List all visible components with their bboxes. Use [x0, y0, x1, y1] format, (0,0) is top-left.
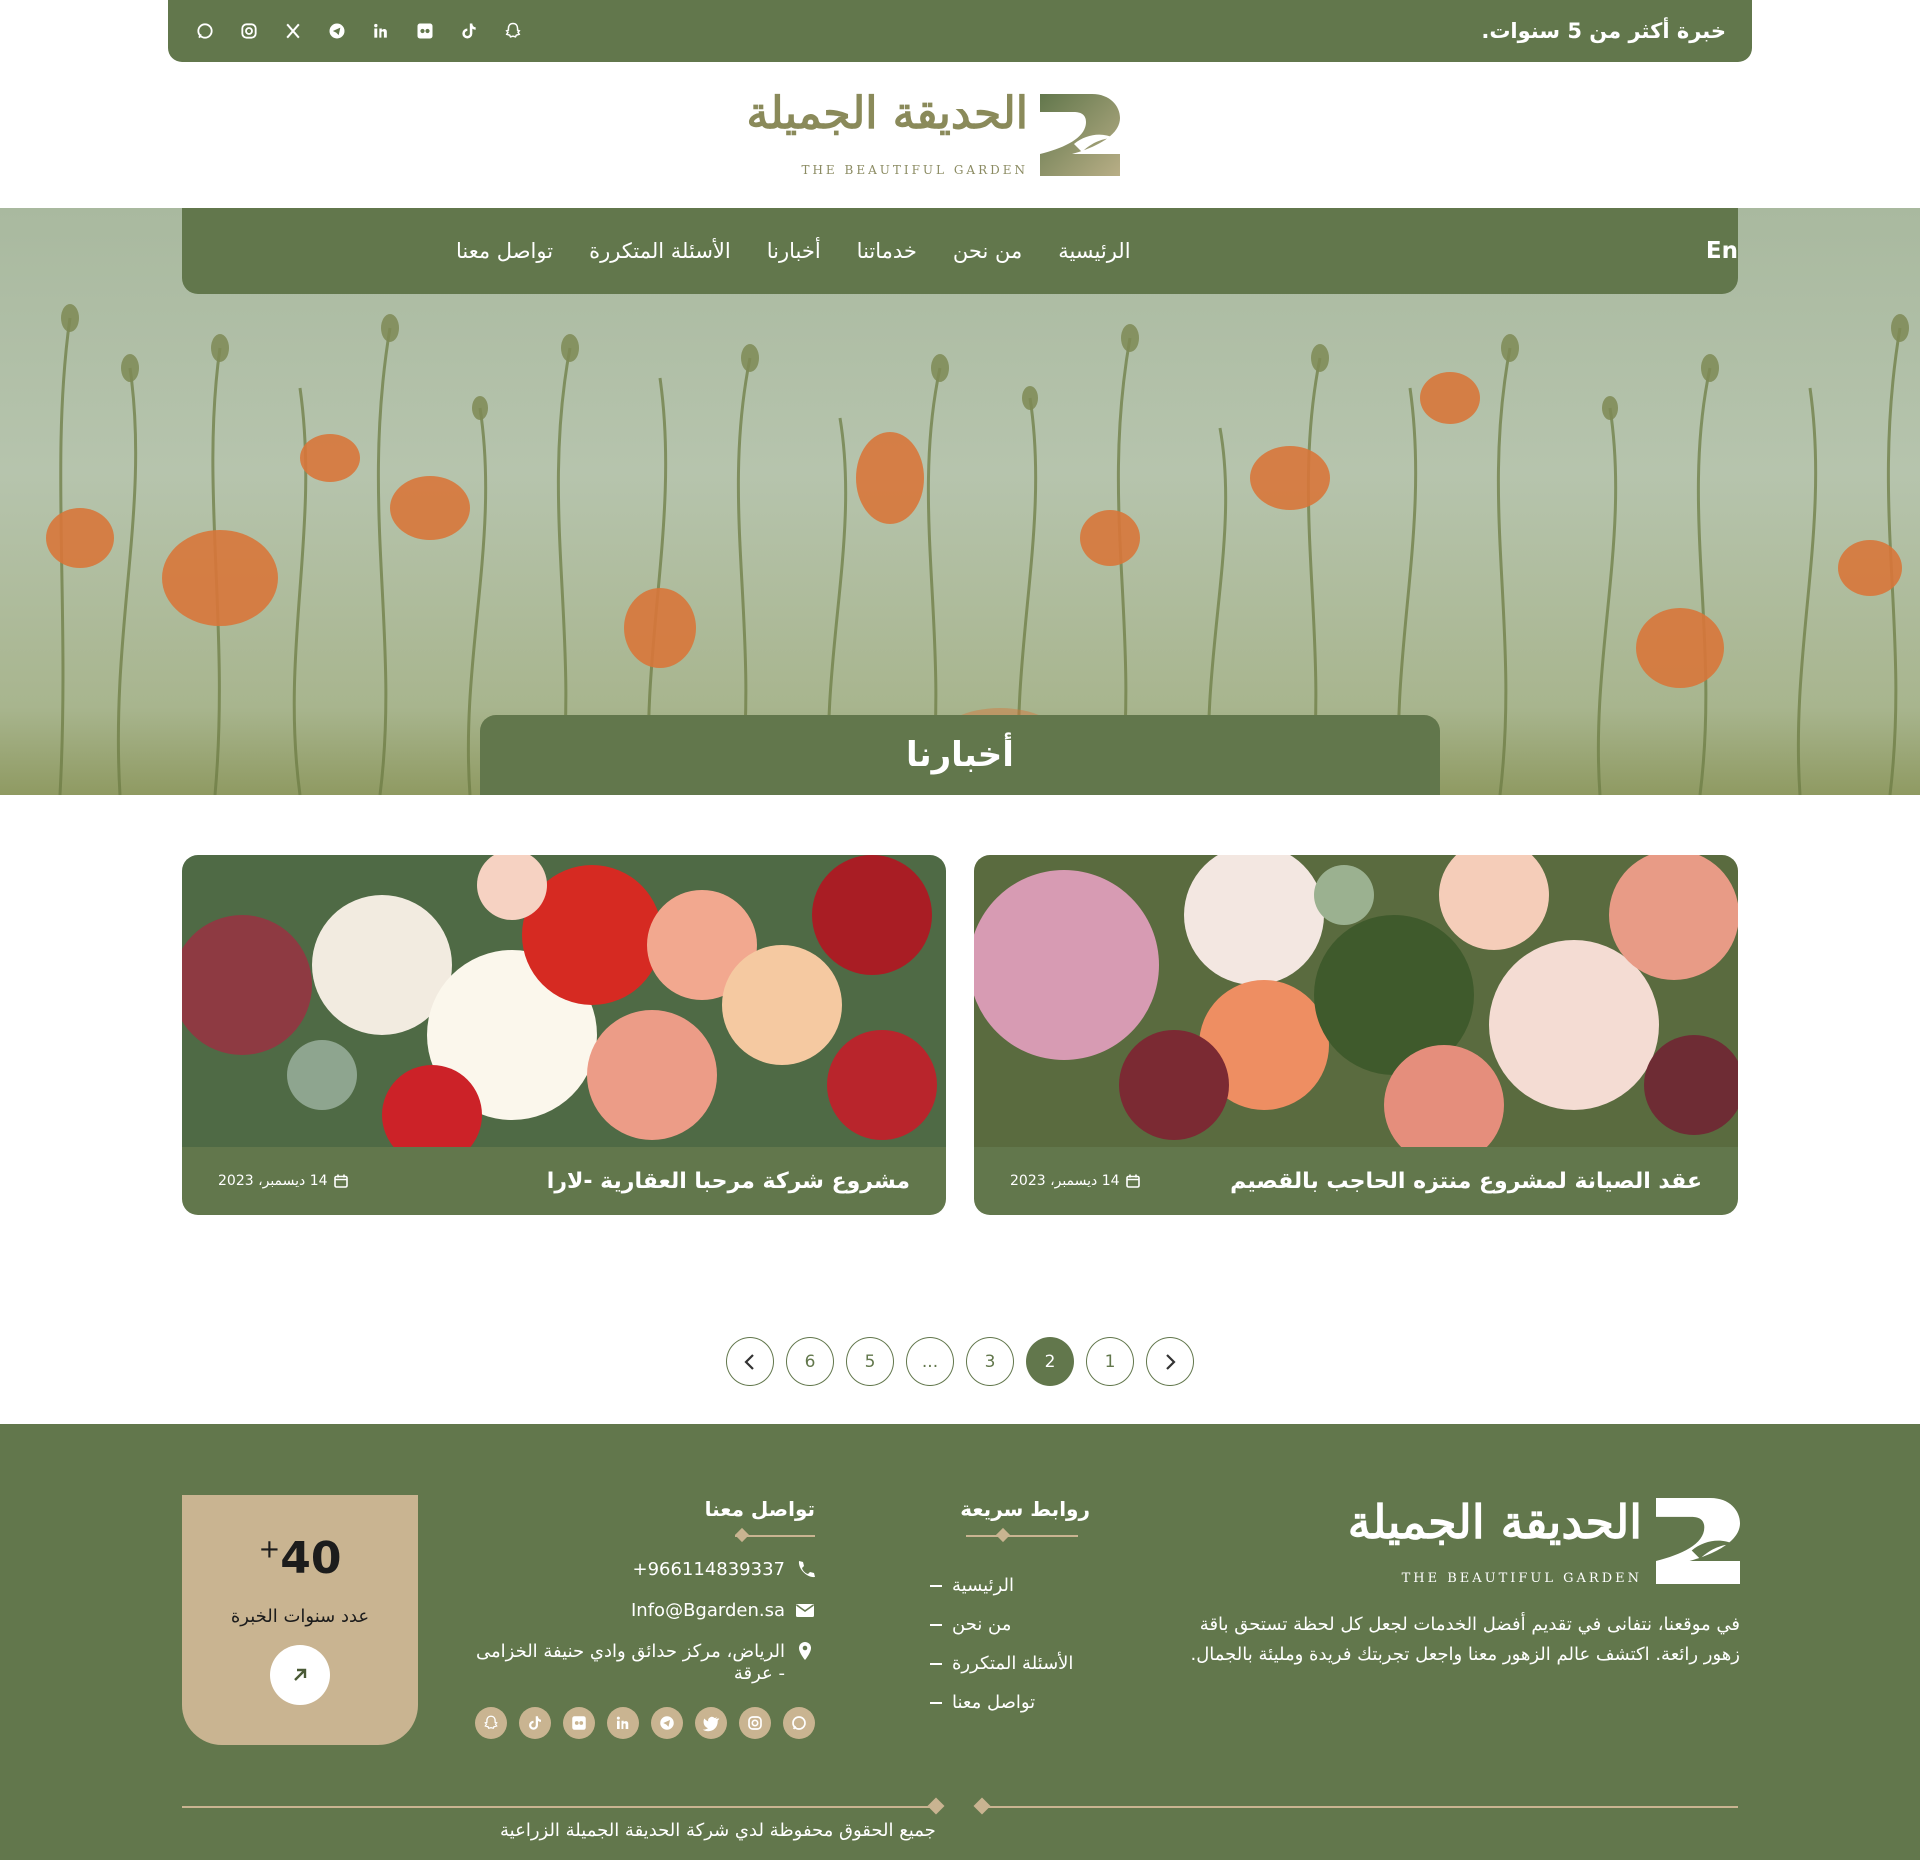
quick-links: روابط سريعة الرئيسية من نحن الأسئلة المت… [930, 1497, 1090, 1731]
footer-contact: تواصل معنا +966114839337 Info@Bgarden.sa… [470, 1497, 815, 1739]
instagram-icon[interactable] [238, 20, 260, 42]
arrow-up-right-icon [294, 1668, 307, 1681]
site-logo[interactable]: الحديقة الجميلة THE BEAUTIFUL GARDEN [747, 88, 1120, 183]
nav-item-home[interactable]: الرئيسية [1058, 239, 1130, 263]
news-card-footer: عقد الصيانة لمشروع منتزه الحاجب بالقصيم … [974, 1147, 1738, 1215]
experience-plus: + [258, 1534, 281, 1565]
footer-logo-english: THE BEAUTIFUL GARDEN [1401, 1571, 1642, 1586]
top-bar: خبرة أكثر من 5 سنوات. [168, 0, 1752, 62]
news-card-image [974, 855, 1738, 1147]
logo-arabic-text: الحديقة الجميلة [746, 88, 1029, 139]
experience-box: +40 عدد سنوات الخبرة [182, 1495, 418, 1745]
news-card-footer: مشروع شركة مرحبا العقارية -لارا 14 ديسمب… [182, 1147, 946, 1215]
tiktok-icon[interactable] [458, 20, 480, 42]
footer-logo-arabic: الحديقة الجميلة [1347, 1495, 1642, 1549]
news-card-date: 14 ديسمبر، 2023 [218, 1173, 348, 1189]
prev-page-button[interactable] [726, 1337, 774, 1386]
contact-phone[interactable]: +966114839337 [470, 1559, 815, 1580]
quick-link-contact[interactable]: تواصل معنا [930, 1692, 1090, 1713]
nav-item-about[interactable]: من نحن [953, 239, 1022, 263]
page-button[interactable]: 1 [1086, 1337, 1134, 1386]
poppy-field-image [46, 242, 1909, 795]
hero-banner [0, 208, 1920, 795]
news-card[interactable]: عقد الصيانة لمشروع منتزه الحاجب بالقصيم … [974, 855, 1738, 1215]
news-card-title[interactable]: مشروع شركة مرحبا العقارية -لارا [547, 1169, 910, 1194]
experience-number: +40 [182, 1533, 418, 1584]
snapchat-icon[interactable] [502, 20, 524, 42]
copyright-text: جميع الحقوق محفوظة لدي شركة الحديقة الجم… [500, 1820, 936, 1841]
footer-divider [182, 1797, 1738, 1815]
news-card-title[interactable]: عقد الصيانة لمشروع منتزه الحاجب بالقصيم [1230, 1169, 1702, 1194]
page-button[interactable]: 3 [966, 1337, 1014, 1386]
telegram-icon[interactable] [651, 1707, 683, 1739]
location-pin-icon [799, 1642, 811, 1660]
nav-item-contact[interactable]: تواصل معنا [456, 239, 553, 263]
nav-item-news[interactable]: أخبارنا [767, 239, 821, 263]
quick-link-about[interactable]: من نحن [930, 1614, 1090, 1635]
quick-link-label: من نحن [952, 1614, 1012, 1635]
instagram-icon[interactable] [739, 1707, 771, 1739]
main-nav: En الرئيسية من نحن خدماتنا أخبارنا الأسئ… [182, 208, 1738, 294]
linkedin-icon[interactable] [370, 20, 392, 42]
twitter-icon[interactable] [695, 1707, 727, 1739]
footer-description: في موقعنا، نتفانى في تقديم أفضل الخدمات … [1190, 1614, 1740, 1665]
flickr-icon[interactable] [414, 20, 436, 42]
quick-link-label: تواصل معنا [952, 1692, 1036, 1713]
news-card-date: 14 ديسمبر، 2023 [1010, 1173, 1140, 1189]
experience-arrow-button[interactable] [270, 1645, 330, 1705]
nav-item-services[interactable]: خدماتنا [857, 239, 917, 263]
chevron-right-icon [1166, 1353, 1176, 1370]
logo-mark-icon [1040, 94, 1120, 176]
logo-mark-icon [1656, 1497, 1740, 1585]
footer-social-links [470, 1707, 815, 1739]
experience-label: عدد سنوات الخبرة [230, 1606, 370, 1627]
experience-number-value: 40 [280, 1533, 342, 1584]
top-social-links [194, 20, 524, 42]
news-card-image [182, 855, 946, 1147]
experience-text: خبرة أكثر من 5 سنوات. [1481, 19, 1726, 43]
linkedin-icon[interactable] [607, 1707, 639, 1739]
quick-links-divider [966, 1535, 1078, 1537]
snapchat-icon[interactable] [475, 1707, 507, 1739]
telegram-icon[interactable] [326, 20, 348, 42]
contact-title: تواصل معنا [704, 1497, 815, 1521]
tiktok-icon[interactable] [519, 1707, 551, 1739]
nav-links: الرئيسية من نحن خدماتنا أخبارنا الأسئلة … [456, 239, 1409, 263]
contact-address-text: الرياض، مركز حدائق وادي حنيفة الخزامى - … [476, 1641, 785, 1684]
chevron-left-icon [744, 1353, 754, 1370]
news-card-date-text: 14 ديسمبر، 2023 [1010, 1173, 1120, 1189]
news-card[interactable]: مشروع شركة مرحبا العقارية -لارا 14 ديسمب… [182, 855, 946, 1215]
calendar-icon [333, 1174, 348, 1188]
quick-link-faq[interactable]: الأسئلة المتكررة [930, 1653, 1090, 1674]
quick-link-label: الأسئلة المتكررة [952, 1653, 1074, 1674]
contact-email[interactable]: Info@Bgarden.sa [470, 1600, 815, 1621]
contact-email-text: Info@Bgarden.sa [631, 1600, 785, 1621]
pagination: 1 2 3 ... 5 6 [726, 1337, 1194, 1387]
contact-divider [735, 1535, 815, 1537]
contact-address: الرياض، مركز حدائق وادي حنيفة الخزامى - … [470, 1641, 815, 1685]
quick-link-label: الرئيسية [952, 1575, 1014, 1596]
page-ellipsis: ... [906, 1337, 954, 1386]
page-title: أخبارنا [480, 715, 1440, 795]
footer-logo[interactable]: الحديقة الجميلة THE BEAUTIFUL GARDEN [1348, 1495, 1740, 1590]
quick-links-title: روابط سريعة [960, 1497, 1090, 1521]
flickr-icon[interactable] [563, 1707, 595, 1739]
whatsapp-icon[interactable] [783, 1707, 815, 1739]
next-page-button[interactable] [1146, 1337, 1194, 1386]
logo-english-text: THE BEAUTIFUL GARDEN [801, 163, 1028, 177]
mail-icon [796, 1604, 814, 1617]
phone-icon [798, 1561, 815, 1578]
whatsapp-icon[interactable] [194, 20, 216, 42]
page-button[interactable]: 5 [846, 1337, 894, 1386]
calendar-icon [1125, 1174, 1140, 1188]
contact-phone-text: +966114839337 [632, 1559, 785, 1580]
x-icon[interactable] [282, 20, 304, 42]
page-button-active[interactable]: 2 [1026, 1337, 1074, 1386]
language-switch[interactable]: En [1706, 238, 1738, 264]
nav-item-faq[interactable]: الأسئلة المتكررة [589, 239, 731, 263]
page-button[interactable]: 6 [786, 1337, 834, 1386]
news-card-date-text: 14 ديسمبر، 2023 [218, 1173, 328, 1189]
quick-link-home[interactable]: الرئيسية [930, 1575, 1090, 1596]
